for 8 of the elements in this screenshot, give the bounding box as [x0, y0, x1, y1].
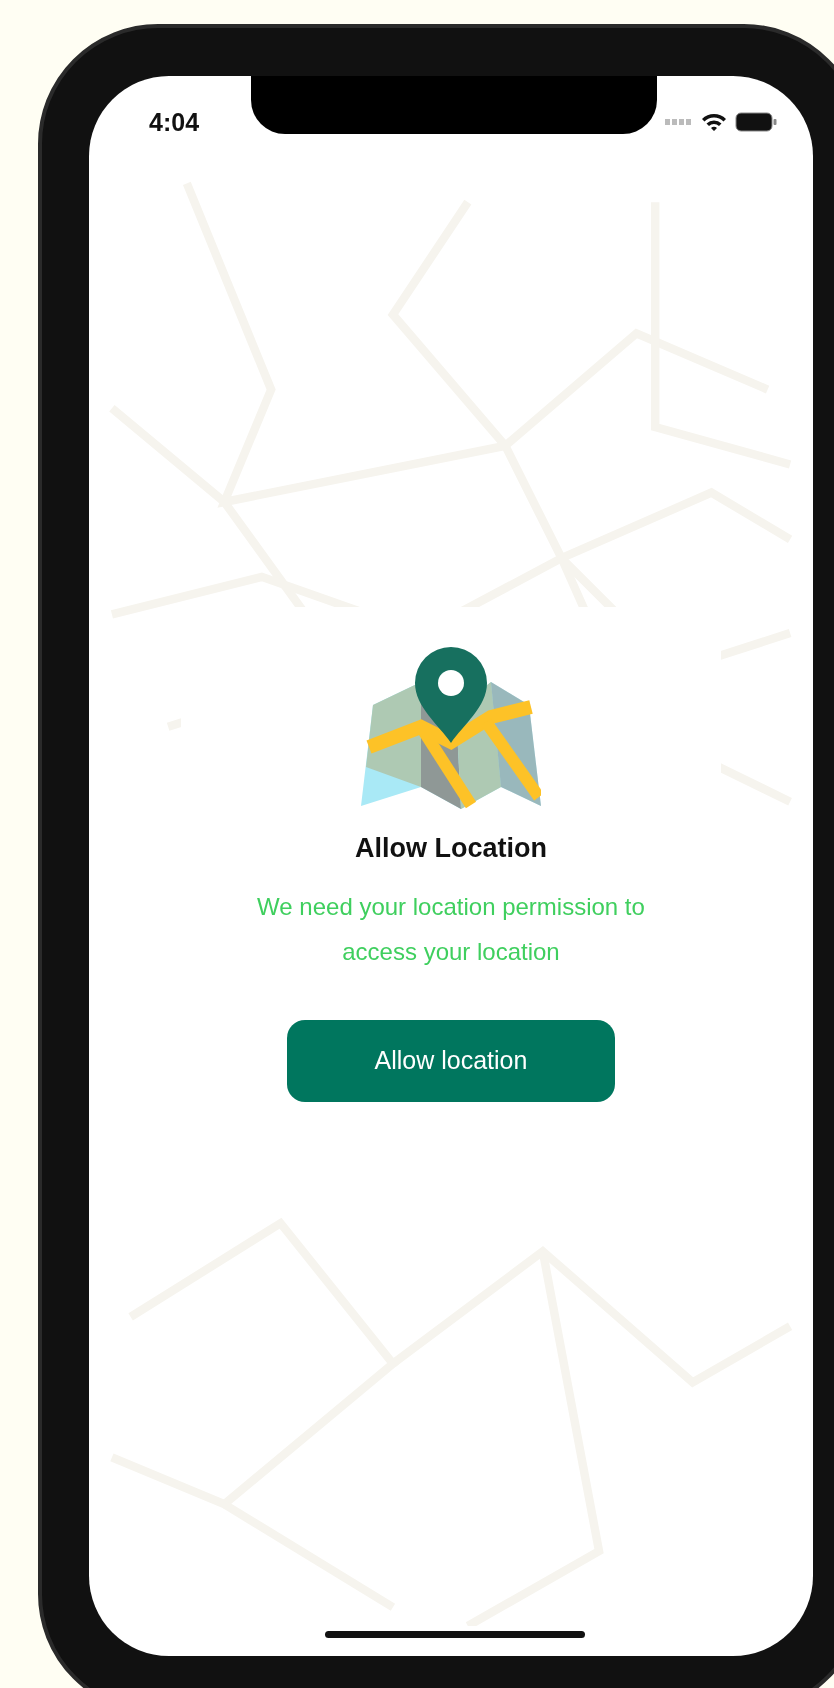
wifi-icon: [701, 112, 727, 132]
battery-icon: [735, 112, 777, 132]
permission-title: Allow Location: [355, 832, 547, 864]
permission-description: We need your location permission to access your location: [256, 891, 646, 967]
status-time: 4:04: [149, 107, 200, 137]
allow-location-button[interactable]: Allow location: [287, 1019, 615, 1102]
signal-icon: [665, 119, 693, 125]
map-pin-icon: [361, 646, 541, 809]
